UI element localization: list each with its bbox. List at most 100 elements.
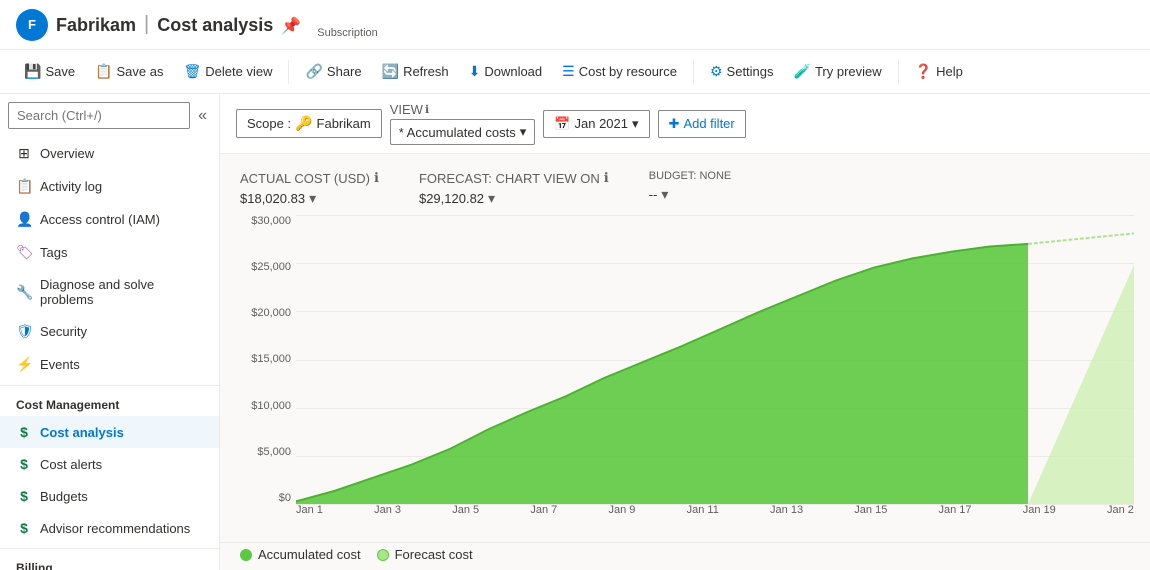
cost-stats-row: ACTUAL COST (USD) ℹ $18,020.83 ▾ FORECAS… (220, 154, 1150, 215)
legend-forecast: Forecast cost (377, 547, 473, 562)
pin-icon[interactable]: 📌 (281, 16, 301, 36)
y-label-30k: $30,000 (236, 215, 291, 227)
content-toolbar: Scope : 🔑 Fabrikam VIEW ℹ * Accumulated … (220, 94, 1150, 154)
refresh-button[interactable]: 🔄 Refresh (374, 59, 457, 84)
x-label-jan17: Jan 17 (939, 504, 972, 534)
sidebar-item-overview[interactable]: ⊞ Overview (0, 137, 219, 170)
x-label-jan3: Jan 3 (374, 504, 401, 534)
sidebar-item-cost-analysis[interactable]: $ Cost analysis (0, 416, 219, 448)
settings-button[interactable]: ⚙ Settings (702, 59, 782, 84)
view-label: VIEW ℹ (390, 102, 536, 117)
actual-cost-label: ACTUAL COST (USD) ℹ (240, 170, 379, 186)
cost-chart (296, 215, 1134, 504)
share-icon: 🔗 (305, 63, 322, 80)
download-button[interactable]: ⬇ Download (461, 59, 551, 84)
save-as-icon: 📋 (95, 63, 112, 80)
chart-legend: Accumulated cost Forecast cost (220, 542, 1150, 570)
date-picker-button[interactable]: 📅 Jan 2021 ▾ (543, 110, 649, 138)
x-label-jan1: Jan 1 (296, 504, 323, 534)
save-icon: 💾 (24, 63, 41, 80)
main-toolbar: 💾 Save 📋 Save as 🗑 Delete view 🔗 Share 🔄… (0, 50, 1150, 94)
share-button[interactable]: 🔗 Share (297, 59, 369, 84)
sidebar: « ⊞ Overview 📋 Activity log 👤 Access con… (0, 94, 220, 570)
header-divider: | (144, 13, 149, 36)
view-info-icon: ℹ (425, 103, 429, 116)
search-input[interactable] (8, 102, 190, 129)
view-section: VIEW ℹ * Accumulated costs ▾ (390, 102, 536, 145)
legend-dot-accumulated (240, 549, 252, 561)
budget-value: -- ▾ (649, 186, 732, 203)
sidebar-item-diagnose[interactable]: 🔧 Diagnose and solve problems (0, 269, 219, 315)
legend-dot-forecast (377, 549, 389, 561)
beaker-icon: 🧪 (794, 63, 811, 80)
y-axis: $30,000 $25,000 $20,000 $15,000 $10,000 … (236, 215, 291, 504)
chart-inner (296, 215, 1134, 504)
sidebar-search-row: « (8, 102, 211, 129)
actual-cost-stat: ACTUAL COST (USD) ℹ $18,020.83 ▾ (240, 170, 379, 207)
x-label-jan2x: Jan 2 (1107, 504, 1134, 534)
activity-log-icon: 📋 (16, 178, 32, 195)
overview-icon: ⊞ (16, 145, 32, 162)
add-filter-icon: ✚ (669, 116, 680, 132)
y-label-5k: $5,000 (236, 446, 291, 458)
sidebar-item-budgets[interactable]: $ Budgets (0, 480, 219, 512)
y-label-0: $0 (236, 492, 291, 504)
x-label-jan13: Jan 13 (770, 504, 803, 534)
cost-by-resource-button[interactable]: ☰ Cost by resource (554, 59, 685, 84)
sidebar-item-tags[interactable]: 🏷 Tags (0, 236, 219, 269)
diagnose-icon: 🔧 (16, 284, 32, 301)
app-header: F Fabrikam | Cost analysis 📌 Subscriptio… (0, 0, 1150, 50)
accumulated-area (296, 244, 1028, 504)
x-axis: Jan 1 Jan 3 Jan 5 Jan 7 Jan 9 Jan 11 Jan… (296, 504, 1134, 534)
forecast-info-icon: ℹ (604, 170, 609, 186)
company-name: Fabrikam (56, 15, 136, 36)
sidebar-search-area: « (0, 94, 219, 137)
actual-cost-info-icon: ℹ (374, 170, 379, 186)
sidebar-item-activity-log[interactable]: 📋 Activity log (0, 170, 219, 203)
cost-analysis-icon: $ (16, 424, 32, 440)
save-as-button[interactable]: 📋 Save as (87, 59, 171, 84)
advisor-icon: $ (16, 520, 32, 536)
budget-dropdown[interactable]: ▾ (661, 186, 668, 203)
sidebar-item-events[interactable]: ⚡ Events (0, 348, 219, 381)
sidebar-item-security[interactable]: 🛡 Security (0, 315, 219, 348)
view-dropdown-button[interactable]: * Accumulated costs ▾ (390, 119, 536, 145)
actual-cost-dropdown[interactable]: ▾ (309, 190, 316, 207)
view-chevron-icon: ▾ (520, 124, 527, 140)
x-label-jan7: Jan 7 (530, 504, 557, 534)
try-preview-button[interactable]: 🧪 Try preview (786, 59, 890, 84)
delete-view-button[interactable]: 🗑 Delete view (176, 59, 281, 84)
sidebar-item-advisor[interactable]: $ Advisor recommendations (0, 512, 219, 544)
collapse-button[interactable]: « (194, 103, 211, 129)
access-control-icon: 👤 (16, 211, 32, 228)
y-label-25k: $25,000 (236, 261, 291, 273)
main-layout: « ⊞ Overview 📋 Activity log 👤 Access con… (0, 94, 1150, 570)
settings-icon: ⚙ (710, 63, 723, 80)
save-button[interactable]: 💾 Save (16, 59, 83, 84)
download-icon: ⬇ (469, 63, 481, 80)
chart-area: $30,000 $25,000 $20,000 $15,000 $10,000 … (220, 215, 1150, 542)
security-icon: 🛡 (16, 323, 32, 340)
sidebar-item-access-control[interactable]: 👤 Access control (IAM) (0, 203, 219, 236)
scope-button[interactable]: Scope : 🔑 Fabrikam (236, 109, 382, 138)
budgets-icon: $ (16, 488, 32, 504)
cost-management-section-title: Cost Management (0, 385, 219, 416)
budget-label: BUDGET: NONE (649, 170, 732, 182)
forecast-area (1028, 265, 1134, 504)
scope-key-icon: 🔑 (295, 115, 312, 132)
x-label-jan15: Jan 15 (854, 504, 887, 534)
help-button[interactable]: ❓ Help (907, 59, 971, 84)
forecast-dropdown[interactable]: ▾ (488, 190, 495, 207)
subscription-label: Subscription (317, 27, 378, 39)
app-logo: F (16, 9, 48, 41)
sidebar-item-cost-alerts[interactable]: $ Cost alerts (0, 448, 219, 480)
list-icon: ☰ (562, 63, 575, 80)
toolbar-sep-3 (898, 60, 899, 84)
delete-icon: 🗑 (184, 63, 202, 80)
date-chevron-icon: ▾ (632, 116, 639, 132)
page-title: Cost analysis (157, 15, 273, 36)
y-label-20k: $20,000 (236, 307, 291, 319)
y-label-10k: $10,000 (236, 400, 291, 412)
forecast-stat: FORECAST: CHART VIEW ON ℹ $29,120.82 ▾ (419, 170, 609, 207)
add-filter-button[interactable]: ✚ Add filter (658, 110, 746, 138)
